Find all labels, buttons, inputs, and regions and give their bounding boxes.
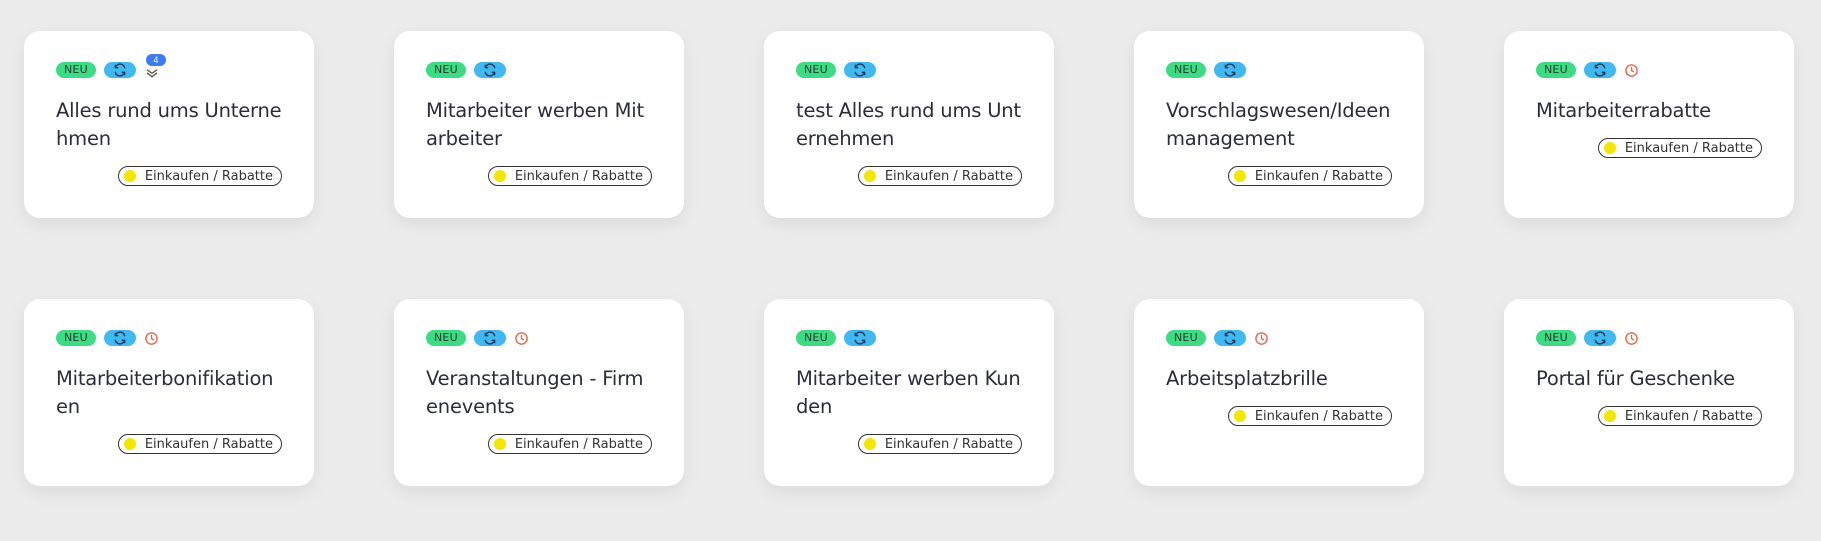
category-label: Einkaufen / Rabatte xyxy=(1254,168,1383,184)
category-dot-icon xyxy=(1233,170,1246,182)
category-dot-icon xyxy=(493,170,506,182)
clock-icon xyxy=(144,330,160,346)
sync-icon xyxy=(843,62,876,78)
card-badges: NEU xyxy=(796,62,1022,78)
neu-badge: NEU xyxy=(1536,62,1576,78)
neu-badge: NEU xyxy=(56,62,96,78)
category-label: Einkaufen / Rabatte xyxy=(1624,408,1753,424)
category-dot-icon xyxy=(123,438,136,450)
card-title: Mitarbeiter werben Kunden xyxy=(796,367,1021,418)
neu-badge: NEU xyxy=(1536,330,1576,346)
sync-icon xyxy=(103,330,136,346)
neu-badge: NEU xyxy=(426,330,466,346)
category-label: Einkaufen / Rabatte xyxy=(514,168,643,184)
card-title: Alles rund ums Unternehmen xyxy=(56,99,282,150)
card-title: Veranstaltungen - Firmenevents xyxy=(426,367,644,418)
category-dot-icon xyxy=(1233,410,1246,422)
category-tag[interactable]: Einkaufen / Rabatte xyxy=(117,166,282,186)
card-title: Mitarbeiterrabatte xyxy=(1536,99,1711,122)
sync-icon xyxy=(1583,62,1616,78)
category-label: Einkaufen / Rabatte xyxy=(884,168,1013,184)
category-tag[interactable]: Einkaufen / Rabatte xyxy=(857,434,1022,454)
card-badges: NEU xyxy=(426,330,652,346)
card-title: Portal für Geschenke xyxy=(1536,367,1735,390)
neu-badge: NEU xyxy=(56,330,96,346)
card-title: Vorschlagswesen/Ideenmanagement xyxy=(1166,99,1391,150)
counter-badge: 4 xyxy=(145,54,166,66)
category-tag[interactable]: Einkaufen / Rabatte xyxy=(1597,138,1762,158)
card-mitarbeiterrabatte[interactable]: NEU Mitarbeiterrabatte Einkaufen / Rabat… xyxy=(1504,31,1794,218)
category-dot-icon xyxy=(863,438,876,450)
clock-icon xyxy=(1624,62,1640,78)
card-arbeitsplatzbrille[interactable]: NEU Arbeitsplatzbrille Einkaufen / Rabat… xyxy=(1134,299,1424,486)
sync-icon xyxy=(103,62,136,78)
sync-icon xyxy=(473,330,506,346)
category-dot-icon xyxy=(863,170,876,182)
sync-icon xyxy=(1583,330,1616,346)
neu-badge: NEU xyxy=(796,330,836,346)
category-label: Einkaufen / Rabatte xyxy=(144,436,273,452)
sync-icon xyxy=(473,62,506,78)
card-badges: NEU xyxy=(1536,330,1762,346)
category-dot-icon xyxy=(493,438,506,450)
card-title: Mitarbeiter werben Mitarbeiter xyxy=(426,99,644,150)
card-portal-fuer-geschenke[interactable]: NEU Portal für Geschenke Einkaufen / Rab… xyxy=(1504,299,1794,486)
category-dot-icon xyxy=(123,170,136,182)
neu-badge: NEU xyxy=(426,62,466,78)
card-mitarbeiterbonifikationen[interactable]: NEU Mitarbeiterbonifikationen Einkaufen … xyxy=(24,299,314,486)
category-tag[interactable]: Einkaufen / Rabatte xyxy=(487,166,652,186)
category-label: Einkaufen / Rabatte xyxy=(884,436,1013,452)
category-tag[interactable]: Einkaufen / Rabatte xyxy=(1597,406,1762,426)
category-dot-icon xyxy=(1603,142,1616,154)
card-mitarbeiter-werben-kunden[interactable]: NEU Mitarbeiter werben Kunden Einkaufen … xyxy=(764,299,1054,486)
card-badges: NEU xyxy=(426,62,652,78)
sync-icon xyxy=(1213,62,1246,78)
category-label: Einkaufen / Rabatte xyxy=(144,168,273,184)
category-label: Einkaufen / Rabatte xyxy=(1624,140,1753,156)
card-mitarbeiter-werben-mitarbeiter[interactable]: NEU Mitarbeiter werben Mitarbeiter Einka… xyxy=(394,31,684,218)
category-tag[interactable]: Einkaufen / Rabatte xyxy=(1227,166,1392,186)
clock-icon xyxy=(1254,330,1270,346)
card-badges: NEU xyxy=(796,330,1022,346)
card-badges: NEU xyxy=(1166,330,1392,346)
card-alles-rund-ums-unternehmen[interactable]: NEU 4 Alles rund ums Unternehmen Einkauf… xyxy=(24,31,314,218)
category-label: Einkaufen / Rabatte xyxy=(514,436,643,452)
card-vorschlagswesen-ideenmanagement[interactable]: NEU Vorschlagswesen/Ideenmanagement Eink… xyxy=(1134,31,1424,218)
card-title: Arbeitsplatzbrille xyxy=(1166,367,1328,390)
category-tag[interactable]: Einkaufen / Rabatte xyxy=(487,434,652,454)
layers-icon[interactable]: 4 xyxy=(144,54,166,78)
card-grid: NEU 4 Alles rund ums Unternehmen Einkauf… xyxy=(24,31,1794,486)
neu-badge: NEU xyxy=(796,62,836,78)
neu-badge: NEU xyxy=(1166,330,1206,346)
card-title: test Alles rund ums Unternehmen xyxy=(796,99,1021,150)
card-veranstaltungen-firmenevents[interactable]: NEU Veranstaltungen - Firmenevents Einka… xyxy=(394,299,684,486)
category-tag[interactable]: Einkaufen / Rabatte xyxy=(1227,406,1392,426)
card-badges: NEU xyxy=(56,330,282,346)
card-test-alles-rund-ums-unternehmen[interactable]: NEU test Alles rund ums Unternehmen Eink… xyxy=(764,31,1054,218)
category-dot-icon xyxy=(1603,410,1616,422)
card-badges: NEU xyxy=(1536,62,1762,78)
clock-icon xyxy=(1624,330,1640,346)
sync-icon xyxy=(1213,330,1246,346)
sync-icon xyxy=(843,330,876,346)
category-tag[interactable]: Einkaufen / Rabatte xyxy=(117,434,282,454)
category-tag[interactable]: Einkaufen / Rabatte xyxy=(857,166,1022,186)
neu-badge: NEU xyxy=(1166,62,1206,78)
card-badges: NEU xyxy=(1166,62,1392,78)
card-badges: NEU 4 xyxy=(56,54,282,78)
category-label: Einkaufen / Rabatte xyxy=(1254,408,1383,424)
clock-icon xyxy=(514,330,530,346)
card-title: Mitarbeiterbonifikationen xyxy=(56,367,274,418)
